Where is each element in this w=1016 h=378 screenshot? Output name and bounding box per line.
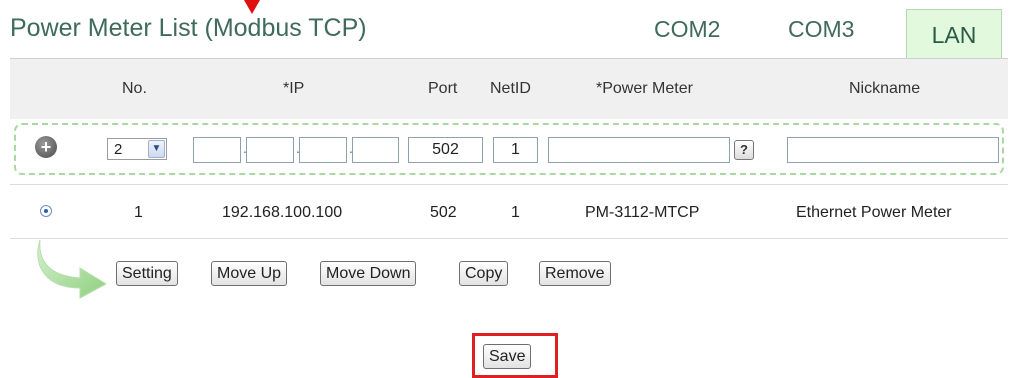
column-header-port: Port [428,80,458,97]
tab-lan[interactable]: LAN [906,9,1002,58]
column-header-power-meter: *Power Meter [596,80,693,97]
column-header-nickname: Nickname [849,80,921,97]
column-header-ip: *IP [283,80,305,97]
remove-button[interactable]: Remove [539,261,611,286]
row-no: 1 [134,204,143,221]
netid-input[interactable]: 1 [493,137,538,163]
ip-octet-2-input[interactable] [246,137,294,163]
row-divider [10,238,1008,239]
copy-button[interactable]: Copy [459,261,509,286]
down-arrow-icon [244,0,260,14]
row-netid: 1 [511,204,520,221]
row-divider [10,184,1008,185]
no-select-value: 2 [114,141,123,158]
tab-com3[interactable]: COM3 [788,16,854,43]
power-meter-help-button[interactable]: ? [734,140,754,160]
ip-octet-3-input[interactable] [299,137,347,163]
row-port: 502 [430,204,457,221]
page-title: Power Meter List (Modbus TCP) [10,14,367,42]
row-nickname: Ethernet Power Meter [796,204,952,221]
power-meter-input[interactable] [548,137,730,163]
column-header-no: No. [122,80,147,97]
move-up-button[interactable]: Move Up [211,261,288,286]
ip-octet-4-input[interactable] [352,137,399,163]
plus-circle-icon[interactable]: + [35,136,57,158]
nickname-input[interactable] [787,137,999,163]
no-select[interactable]: 2 ▼ [107,138,167,160]
save-button[interactable]: Save [483,344,532,369]
setting-button[interactable]: Setting [116,261,178,286]
port-input[interactable]: 502 [408,137,483,163]
column-header-netid: NetID [490,80,531,97]
curved-arrow-icon [37,239,108,299]
tab-com2[interactable]: COM2 [654,16,720,43]
ip-octet-1-input[interactable] [193,137,241,163]
move-down-button[interactable]: Move Down [320,261,417,286]
chevron-down-icon[interactable]: ▼ [148,140,165,158]
radio-selected-icon[interactable] [40,205,52,217]
row-power-meter: PM-3112-MTCP [585,204,700,221]
row-ip: 192.168.100.100 [222,204,343,221]
